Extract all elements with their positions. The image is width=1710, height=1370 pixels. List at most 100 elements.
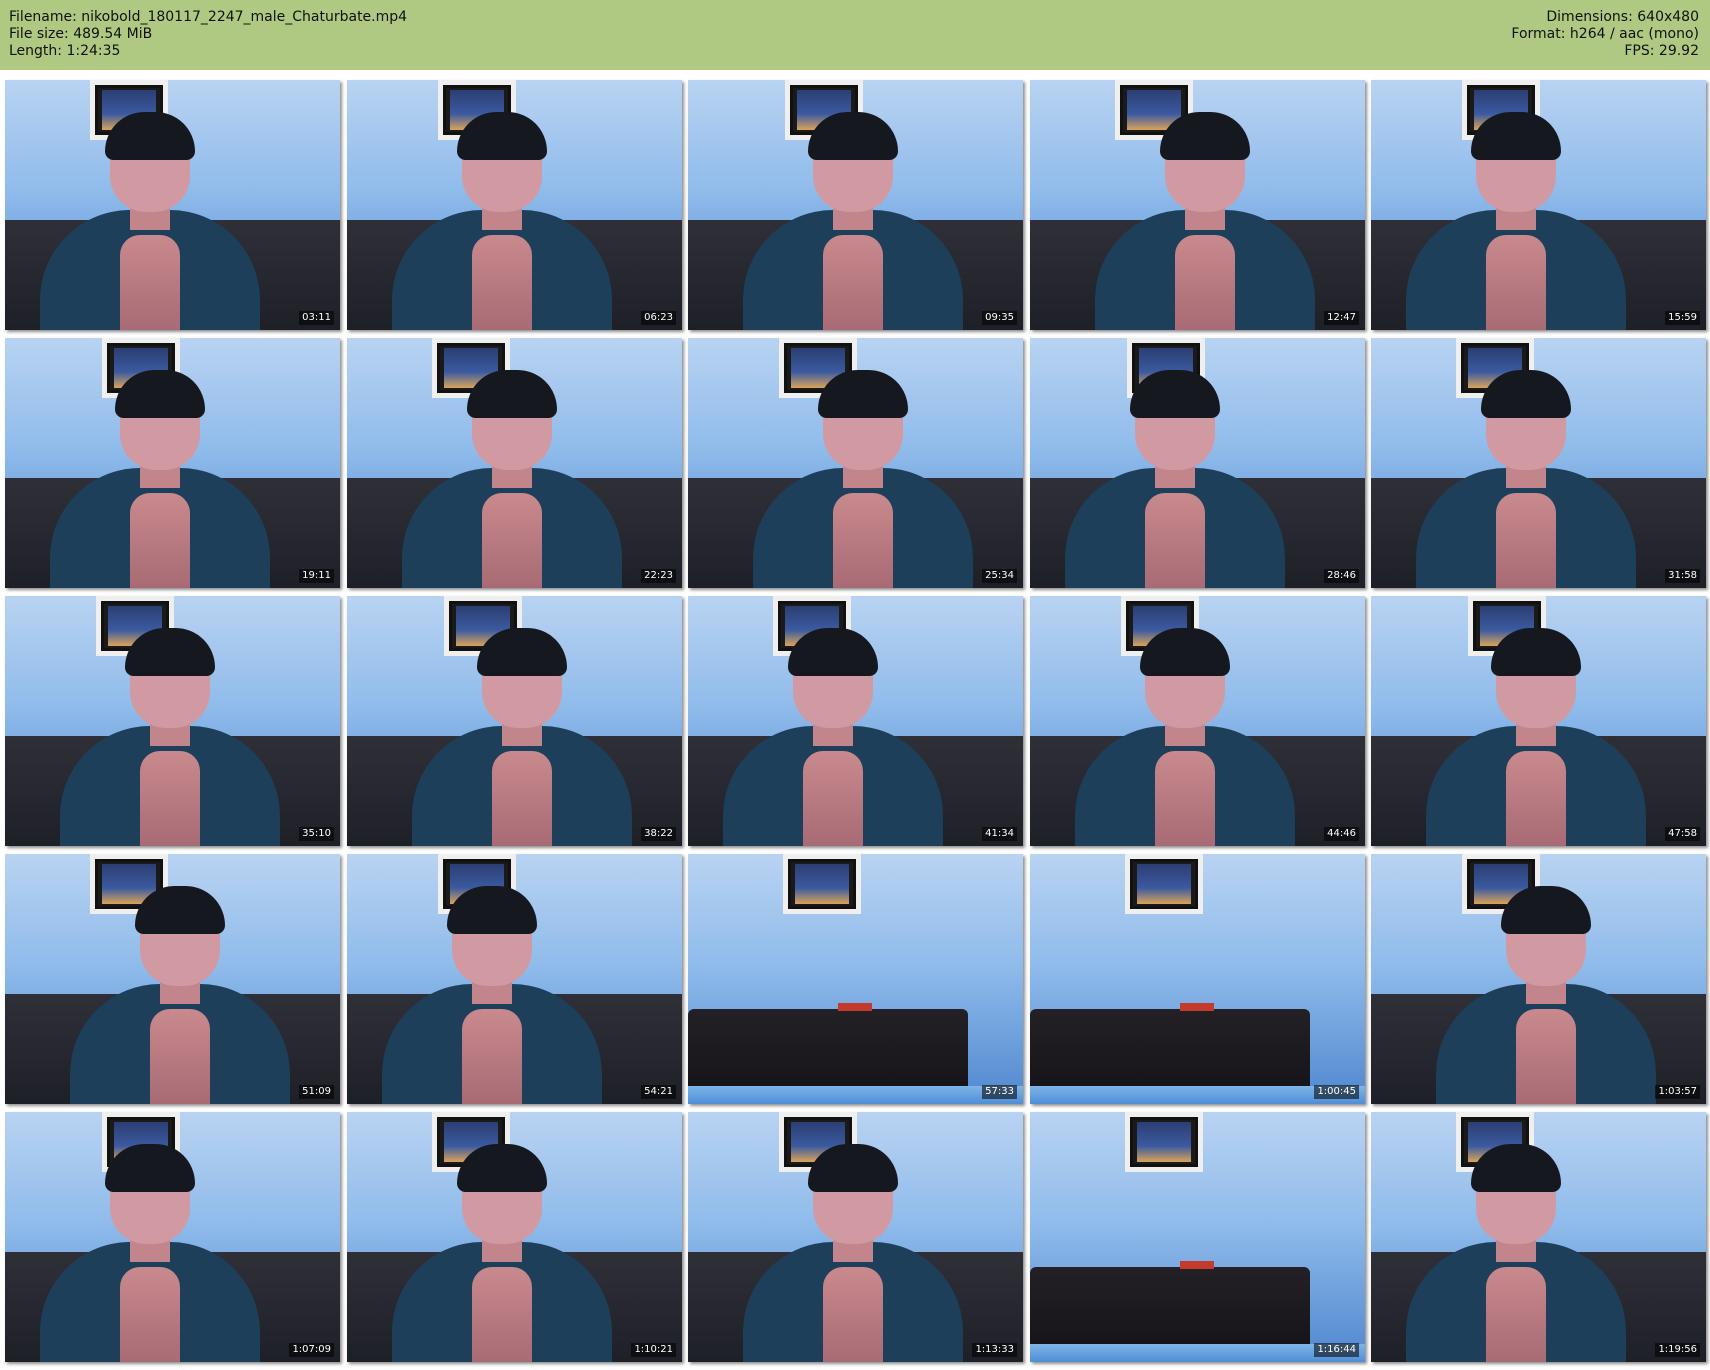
person-chest xyxy=(130,493,190,588)
person-figure xyxy=(387,370,637,588)
person-chest xyxy=(150,1009,210,1104)
thumbnail-3: 09:35 xyxy=(688,80,1023,330)
person-chest xyxy=(1175,235,1235,330)
thumbnail-24: 1:16:44 xyxy=(1030,1112,1365,1362)
person-chest xyxy=(823,235,883,330)
person-chest xyxy=(120,1267,180,1362)
person-chest xyxy=(472,235,532,330)
thumbnail-timestamp: 44:46 xyxy=(1324,827,1359,841)
person-chest xyxy=(120,235,180,330)
thumbnail-timestamp: 1:19:56 xyxy=(1655,1343,1700,1357)
thumbnail-15: 47:58 xyxy=(1371,596,1706,846)
thumbnail-19: 1:00:45 xyxy=(1030,854,1365,1104)
thumbnail-timestamp: 51:09 xyxy=(299,1085,334,1099)
person-figure xyxy=(728,1144,978,1362)
thumbnail-16: 51:09 xyxy=(5,854,340,1104)
person-figure xyxy=(367,886,617,1104)
thumbnail-9: 28:46 xyxy=(1030,338,1365,588)
thumbnail-11: 35:10 xyxy=(5,596,340,846)
bed-sheet xyxy=(688,1086,1023,1104)
person-chest xyxy=(803,751,863,846)
thumbnail-8: 25:34 xyxy=(688,338,1023,588)
person-figure xyxy=(55,886,305,1104)
thumbnail-timestamp: 54:21 xyxy=(641,1085,676,1099)
thumbnail-timestamp: 57:33 xyxy=(982,1085,1017,1099)
thumbnail-timestamp: 1:07:09 xyxy=(289,1343,334,1357)
person-figure xyxy=(397,628,647,846)
thumbnail-timestamp: 1:03:57 xyxy=(1655,1085,1700,1099)
person-chest xyxy=(1516,1009,1576,1104)
thumbnail-timestamp: 22:23 xyxy=(641,569,676,583)
person-chest xyxy=(1155,751,1215,846)
person-chest xyxy=(140,751,200,846)
thumbnail-14: 44:46 xyxy=(1030,596,1365,846)
thumbnail-20: 1:03:57 xyxy=(1371,854,1706,1104)
filesize-text: File size: 489.54 MiB xyxy=(9,26,153,42)
format-text: Format: h264 / aac (mono) xyxy=(1511,26,1699,42)
thumbnail-timestamp: 41:34 xyxy=(982,827,1017,841)
person-chest xyxy=(492,751,552,846)
thumbnail-timestamp: 25:34 xyxy=(982,569,1017,583)
wall-picture-frame xyxy=(1125,854,1203,914)
thumbnail-21: 1:07:09 xyxy=(5,1112,340,1362)
person-figure xyxy=(708,628,958,846)
fps-text: FPS: 29.92 xyxy=(1624,43,1699,59)
wall-picture-frame xyxy=(1125,1112,1203,1172)
thumbnail-timestamp: 1:00:45 xyxy=(1314,1085,1359,1099)
person-chest xyxy=(462,1009,522,1104)
thumbnail-timestamp: 28:46 xyxy=(1324,569,1359,583)
thumbnail-23: 1:13:33 xyxy=(688,1112,1023,1362)
person-figure xyxy=(738,370,988,588)
thumbnail-timestamp: 19:11 xyxy=(299,569,334,583)
person-figure xyxy=(1391,1144,1641,1362)
person-chest xyxy=(1496,493,1556,588)
thumbnail-7: 22:23 xyxy=(347,338,682,588)
thumbnail-17: 54:21 xyxy=(347,854,682,1104)
thumbnail-2: 06:23 xyxy=(347,80,682,330)
person-chest xyxy=(482,493,542,588)
person-figure xyxy=(1421,886,1671,1104)
thumbnail-timestamp: 1:13:33 xyxy=(972,1343,1017,1357)
file-info: Filename: nikobold_180117_2247_male_Chat… xyxy=(9,9,407,60)
thumbnail-25: 1:19:56 xyxy=(1371,1112,1706,1362)
person-figure xyxy=(728,112,978,330)
info-header: Filename: nikobold_180117_2247_male_Chat… xyxy=(0,0,1710,70)
thumbnail-timestamp: 09:35 xyxy=(982,311,1017,325)
thumbnail-6: 19:11 xyxy=(5,338,340,588)
thumbnail-10: 31:58 xyxy=(1371,338,1706,588)
thumbnail-timestamp: 1:16:44 xyxy=(1314,1343,1359,1357)
person-figure xyxy=(45,628,295,846)
person-figure xyxy=(1080,112,1330,330)
thumbnail-timestamp: 12:47 xyxy=(1324,311,1359,325)
person-chest xyxy=(1486,235,1546,330)
person-figure xyxy=(1401,370,1651,588)
thumbnail-timestamp: 35:10 xyxy=(299,827,334,841)
person-figure xyxy=(377,112,627,330)
thumbnail-timestamp: 1:10:21 xyxy=(631,1343,676,1357)
wall-picture-frame xyxy=(783,854,861,914)
thumbnail-timestamp: 03:11 xyxy=(299,311,334,325)
person-chest xyxy=(1486,1267,1546,1362)
person-chest xyxy=(823,1267,883,1362)
thumbnail-1: 03:11 xyxy=(5,80,340,330)
person-figure xyxy=(1060,628,1310,846)
person-figure xyxy=(377,1144,627,1362)
thumbnail-timestamp: 06:23 xyxy=(641,311,676,325)
length-text: Length: 1:24:35 xyxy=(9,43,121,59)
filename-text: Filename: nikobold_180117_2247_male_Chat… xyxy=(9,9,408,25)
person-figure xyxy=(1391,112,1641,330)
video-info: Dimensions: 640x480 Format: h264 / aac (… xyxy=(1511,9,1699,60)
thumbnail-timestamp: 38:22 xyxy=(641,827,676,841)
person-figure xyxy=(35,370,285,588)
thumbnail-13: 41:34 xyxy=(688,596,1023,846)
thumbnail-5: 15:59 xyxy=(1371,80,1706,330)
thumbnail-12: 38:22 xyxy=(347,596,682,846)
person-chest xyxy=(1145,493,1205,588)
thumbnail-timestamp: 47:58 xyxy=(1665,827,1700,841)
thumbnail-timestamp: 31:58 xyxy=(1665,569,1700,583)
person-chest xyxy=(472,1267,532,1362)
thumbnail-timestamp: 15:59 xyxy=(1665,311,1700,325)
thumbnail-22: 1:10:21 xyxy=(347,1112,682,1362)
person-figure xyxy=(1050,370,1300,588)
thumbnail-18: 57:33 xyxy=(688,854,1023,1104)
